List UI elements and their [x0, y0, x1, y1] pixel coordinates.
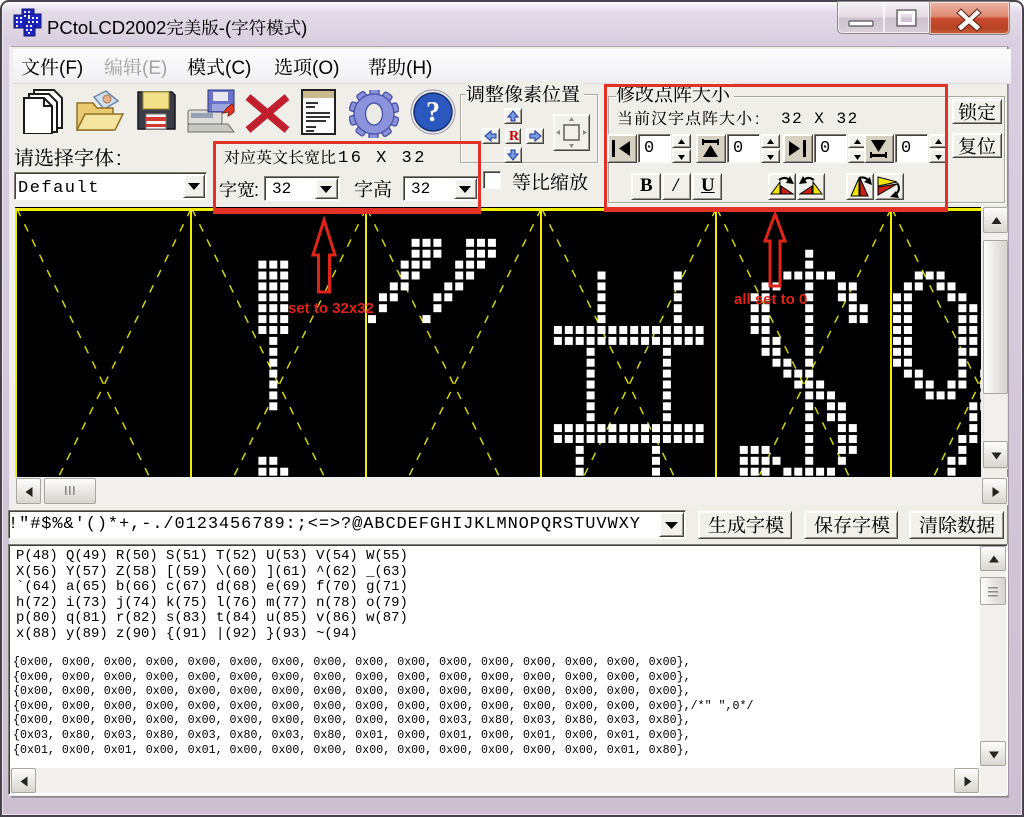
- svg-text:set to 32x32: set to 32x32: [288, 300, 374, 317]
- svg-text::: :: [116, 148, 122, 170]
- svg-text:(C): (C): [225, 58, 251, 79]
- svg-text:(O): (O): [312, 58, 339, 79]
- svg-text:all set to 0: all set to 0: [734, 291, 807, 308]
- svg-text:-(: -(: [219, 17, 232, 38]
- svg-text:(H): (H): [406, 58, 432, 79]
- svg-text:PCtoLCD2002: PCtoLCD2002: [47, 17, 166, 38]
- svg-text:(F): (F): [59, 58, 83, 79]
- svg-text:?: ?: [426, 97, 440, 128]
- svg-text:): ): [301, 17, 307, 38]
- svg-text:(E): (E): [142, 58, 167, 79]
